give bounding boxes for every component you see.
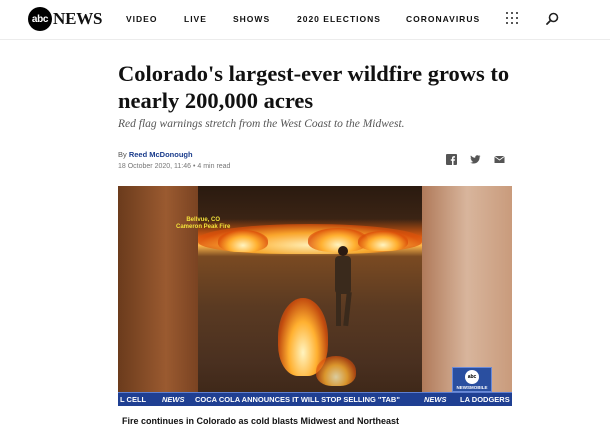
site-header: abc NEWS VIDEO LIVE SHOWS 2020 ELECTIONS… — [0, 0, 610, 40]
flame — [316, 356, 356, 386]
overlay-line-1: Bellvue, CO — [186, 217, 221, 223]
firefighter-silhouette — [332, 246, 354, 327]
video-frame — [198, 186, 422, 406]
nav-item-live[interactable]: LIVE — [184, 14, 207, 24]
video-player[interactable]: Bellvue, CO Cameron Peak Fire abc NEWSMO… — [118, 186, 512, 406]
ticker-item: COCA COLA ANNOUNCES IT WILL STOP SELLING… — [195, 395, 400, 404]
abc-newsmobile-bug: abc NEWSMOBILE — [452, 367, 492, 392]
email-icon[interactable] — [494, 154, 505, 165]
author-link[interactable]: Reed McDonough — [129, 150, 193, 159]
grid-icon[interactable] — [506, 12, 518, 24]
newsmobile-label: NEWSMOBILE — [456, 385, 488, 390]
facebook-icon[interactable] — [446, 154, 457, 165]
article-headline: Colorado's largest-ever wildfire grows t… — [118, 61, 510, 113]
video-location-overlay: Bellvue, CO Cameron Peak Fire — [176, 217, 230, 231]
ticker-item: L CELL — [120, 395, 147, 404]
byline: By Reed McDonough — [118, 150, 193, 159]
ticker-logo: NEWS — [162, 395, 185, 404]
abc-bug-logo: abc — [465, 370, 479, 384]
flame — [218, 230, 268, 252]
video-caption: Fire continues in Colorado as cold blast… — [122, 416, 400, 426]
search-icon[interactable] — [546, 12, 559, 25]
byline-prefix: By — [118, 150, 129, 159]
abc-news-logo[interactable]: abc NEWS — [28, 7, 102, 31]
overlay-line-2: Cameron Peak Fire — [176, 224, 231, 230]
nav-item-video[interactable]: VIDEO — [126, 14, 157, 24]
flame — [358, 231, 408, 251]
twitter-icon[interactable] — [470, 154, 481, 165]
ticker-item: LA DODGERS — [460, 395, 510, 404]
article-subheadline: Red flag warnings stretch from the West … — [118, 118, 405, 130]
abc-logo-mark: abc — [28, 7, 52, 31]
ticker-logo: NEWS — [424, 395, 447, 404]
nav-item-2020-elections[interactable]: 2020 ELECTIONS — [297, 14, 381, 24]
news-ticker: L CELL NEWS COCA COLA ANNOUNCES IT WILL … — [118, 392, 512, 406]
article-dateline: 18 October 2020, 11:46 • 4 min read — [118, 163, 231, 170]
nav-item-shows[interactable]: SHOWS — [233, 14, 270, 24]
news-wordmark: NEWS — [53, 9, 103, 28]
nav-item-coronavirus[interactable]: CORONAVIRUS — [406, 14, 480, 24]
